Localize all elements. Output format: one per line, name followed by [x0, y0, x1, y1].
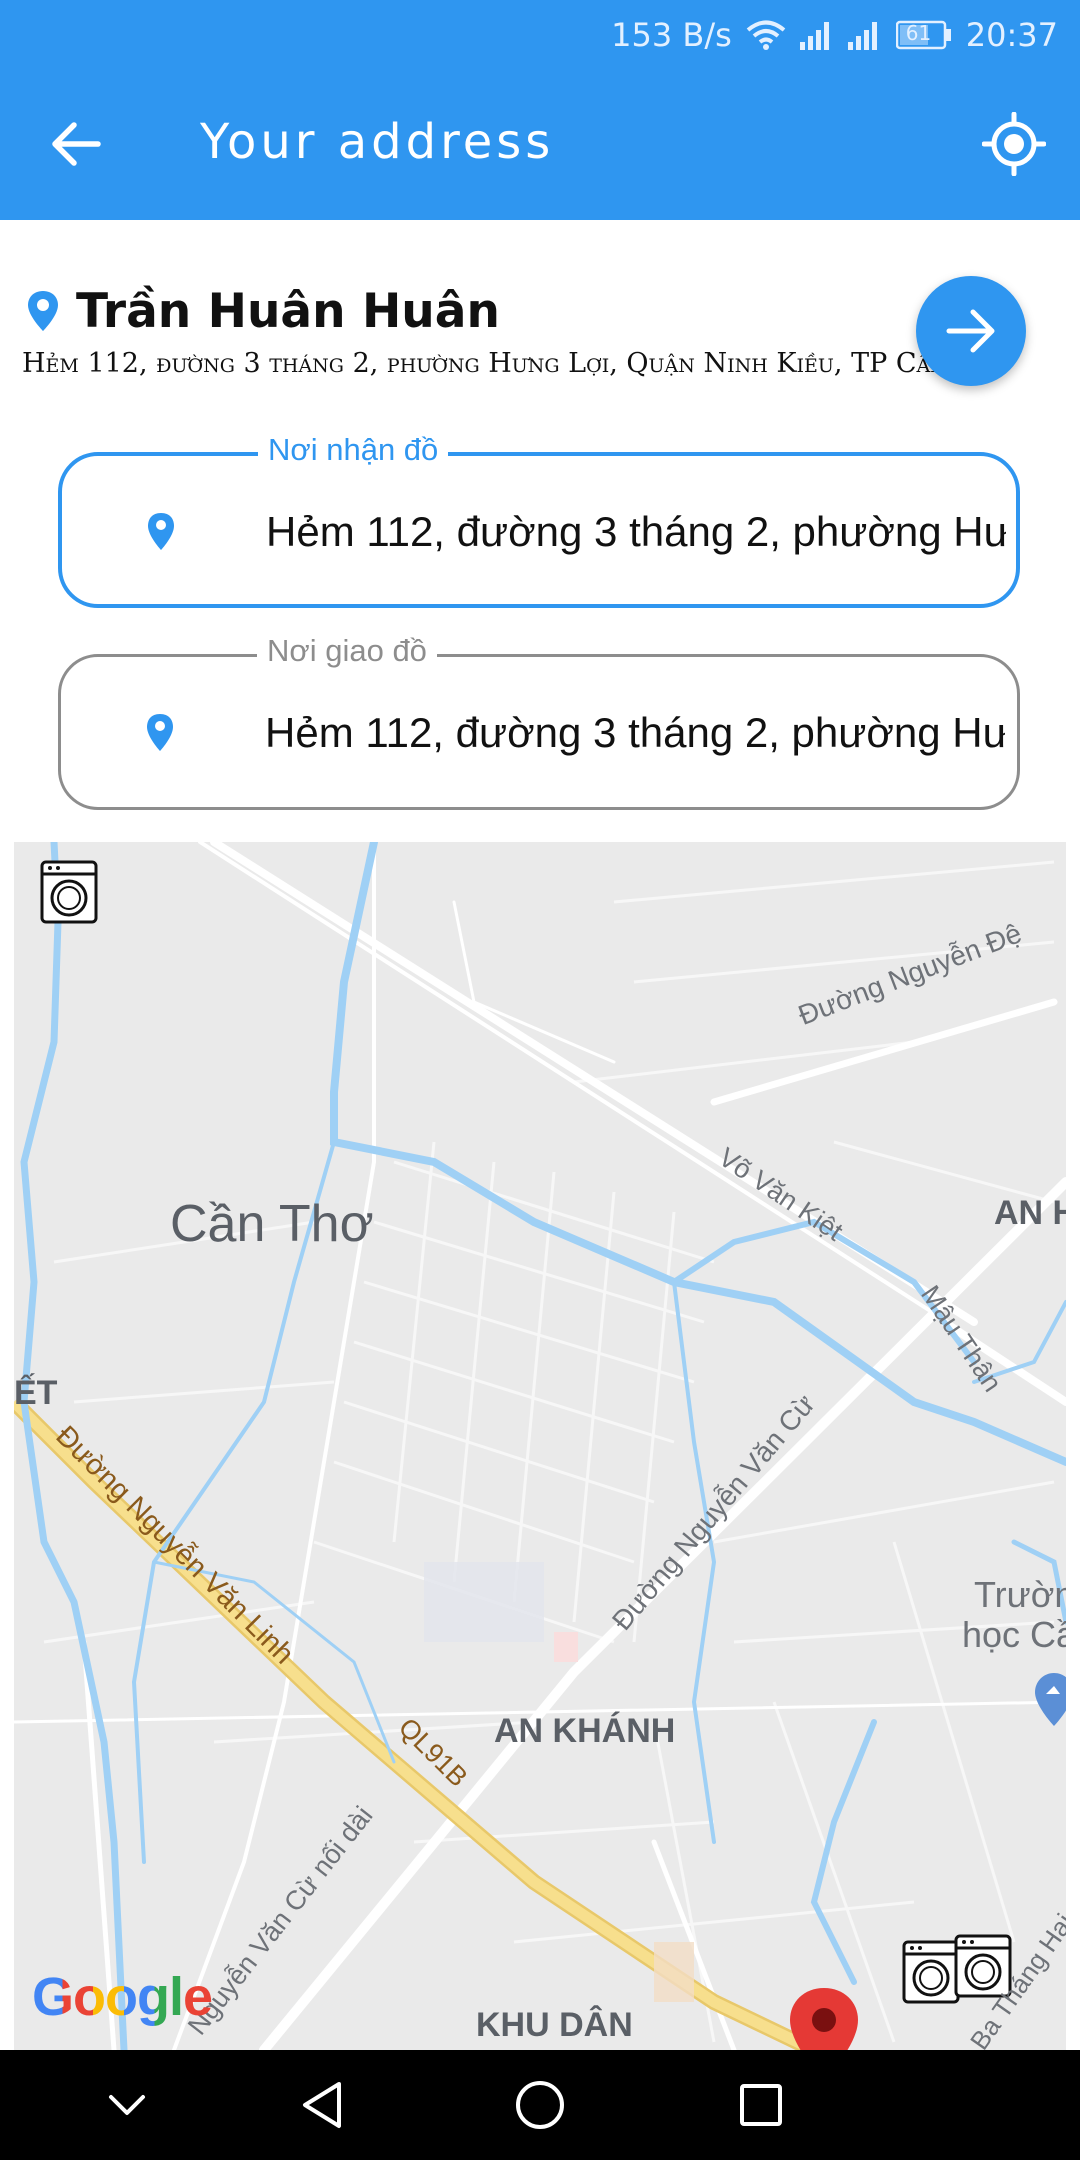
system-nav-bar [0, 2050, 1080, 2160]
gps-crosshair-icon [982, 112, 1046, 176]
map-area-label: KHU DÂN [476, 2006, 633, 2044]
google-attribution: Google [32, 1967, 213, 2027]
signal-icon [847, 20, 882, 50]
locate-me-button[interactable] [982, 112, 1046, 176]
app-header: 153 B/s 61 20:37 Your address [0, 0, 1080, 220]
battery-level: 61 [905, 21, 932, 45]
delivery-address-value[interactable]: Hẻm 112, đường 3 tháng 2, phường Hưng Lợ… [265, 709, 1005, 757]
customer-name: Trần Huân Huân [76, 284, 500, 339]
map-poi-marker[interactable] [1034, 1672, 1066, 1728]
washing-machine-icon [902, 1940, 960, 2004]
page-title: Your address [200, 114, 555, 170]
clock: 20:37 [965, 16, 1058, 54]
status-bar: 153 B/s 61 20:37 [611, 10, 1058, 60]
network-speed: 153 B/s [611, 16, 732, 54]
back-button[interactable] [44, 112, 108, 176]
map-area-label: ẾT [14, 1374, 58, 1412]
pickup-address-value[interactable]: Hẻm 112, đường 3 tháng 2, phường Hưng Lợ… [266, 508, 1006, 556]
wifi-icon [746, 19, 786, 51]
map-poi-label: Trườn [974, 1574, 1066, 1615]
battery-icon: 61 [895, 20, 952, 50]
nav-hide-button[interactable] [72, 2050, 182, 2160]
chevron-down-icon [109, 2095, 145, 2115]
pickup-address-field[interactable]: Nơi nhận đồ Hẻm 112, đường 3 tháng 2, ph… [58, 432, 1020, 608]
back-triangle-icon [303, 2082, 341, 2128]
selected-location-marker[interactable] [788, 1986, 860, 2050]
location-pin-icon [790, 1988, 858, 2050]
signal-icon [799, 20, 834, 50]
location-pin-icon [1035, 1673, 1066, 1726]
delivery-label: Nơi giao đồ [257, 633, 437, 669]
washing-machine-icon [40, 860, 98, 924]
next-button[interactable] [916, 276, 1026, 386]
map-poi-label: học Cầ [962, 1614, 1066, 1655]
pickup-label: Nơi nhận đồ [258, 432, 449, 468]
home-circle-icon [516, 2081, 564, 2129]
customer-address: Hẻm 112, đường 3 tháng 2, phường Hưng Lợ… [22, 348, 1006, 379]
location-pin-icon [26, 290, 60, 337]
map-view[interactable]: Cần Thơ Đường Nguyễn Đệ Võ Văn Kiệt AN H… [14, 842, 1066, 2050]
map-roads [14, 842, 1066, 2050]
nav-back-button[interactable] [266, 2050, 376, 2160]
recents-square-icon [740, 2084, 782, 2126]
location-pin-icon [145, 713, 175, 758]
map-city-label: Cần Thơ [170, 1195, 374, 1253]
google-logo: Google [32, 1966, 213, 2028]
nav-recents-button[interactable] [706, 2050, 816, 2160]
map-area-label: AN KHÁNH [494, 1712, 676, 1750]
nav-home-button[interactable] [485, 2050, 595, 2160]
arrow-left-icon [52, 122, 101, 166]
map-area-label: AN H [994, 1194, 1066, 1232]
location-pin-icon [146, 512, 176, 557]
delivery-address-field[interactable]: Nơi giao đồ Hẻm 112, đường 3 tháng 2, ph… [58, 633, 1020, 810]
arrow-right-icon [946, 309, 995, 353]
